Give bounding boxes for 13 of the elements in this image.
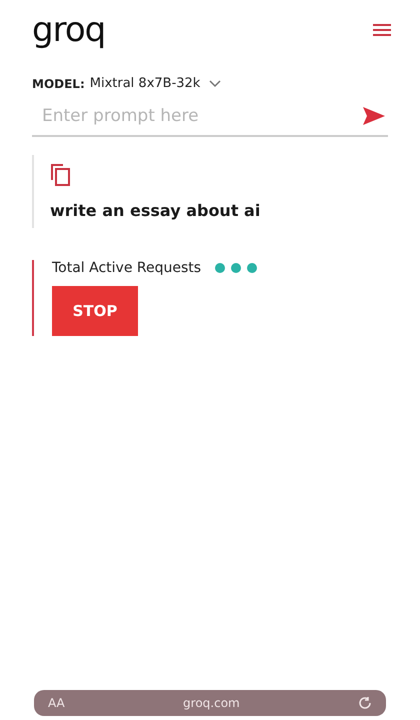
reload-icon[interactable] <box>358 696 372 710</box>
logo[interactable]: groq <box>32 13 106 47</box>
model-label: MODEL: <box>32 76 85 90</box>
copy-icon[interactable] <box>50 163 72 187</box>
browser-address-bar[interactable]: AA groq.com <box>34 690 386 716</box>
text-size-button[interactable]: AA <box>48 696 65 710</box>
loading-dots-icon <box>215 263 258 273</box>
stop-button[interactable]: STOP <box>52 286 138 336</box>
model-name[interactable]: Mixtral 8x7B-32k <box>90 76 200 91</box>
url-text[interactable]: groq.com <box>183 696 240 710</box>
message-text: write an essay about ai <box>50 201 262 220</box>
send-icon[interactable] <box>362 106 386 126</box>
requests-label: Total Active Requests <box>52 260 202 276</box>
